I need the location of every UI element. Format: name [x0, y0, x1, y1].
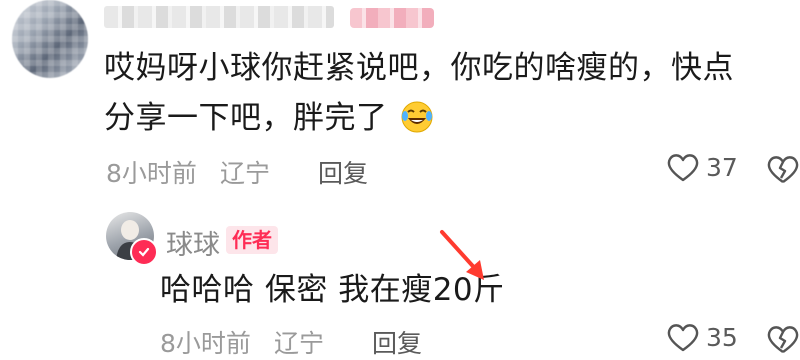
- comment-text-line-2-text: 分享一下吧，胖完了: [104, 100, 388, 136]
- comment-time: 8小时前: [106, 159, 197, 188]
- reply-location: 辽宁: [274, 329, 325, 358]
- laughing-tears-emoji-icon: [401, 101, 433, 133]
- author-name[interactable]: 球球: [166, 223, 220, 262]
- red-arrow-annotation-icon: [440, 230, 484, 280]
- author-badge: 作者: [226, 226, 278, 254]
- comment-reply-button[interactable]: 回复: [318, 154, 368, 190]
- comment-like-button[interactable]: 37: [666, 152, 738, 182]
- reply-like-button[interactable]: 35: [666, 322, 738, 352]
- commenter-avatar[interactable]: [12, 0, 88, 78]
- comment-location: 辽宁: [220, 159, 271, 188]
- comment-text-line-1: 哎妈呀小球你赶紧说吧，你吃的啥瘦的，快点: [104, 50, 734, 86]
- commenter-badge-blurred: [350, 8, 434, 28]
- reply-time: 8小时前: [160, 329, 251, 358]
- verified-check-icon: [130, 238, 158, 266]
- broken-heart-icon[interactable]: [766, 154, 800, 184]
- heart-icon: [667, 324, 699, 352]
- commenter-name-blurred[interactable]: [104, 6, 334, 28]
- comment-text-line-2: 分享一下吧，胖完了: [104, 94, 434, 142]
- comment-like-count: 37: [706, 152, 738, 182]
- reply-reply-button[interactable]: 回复: [372, 324, 422, 360]
- broken-heart-icon[interactable]: [766, 324, 800, 354]
- heart-icon: [667, 154, 699, 182]
- reply-like-count: 35: [706, 322, 738, 352]
